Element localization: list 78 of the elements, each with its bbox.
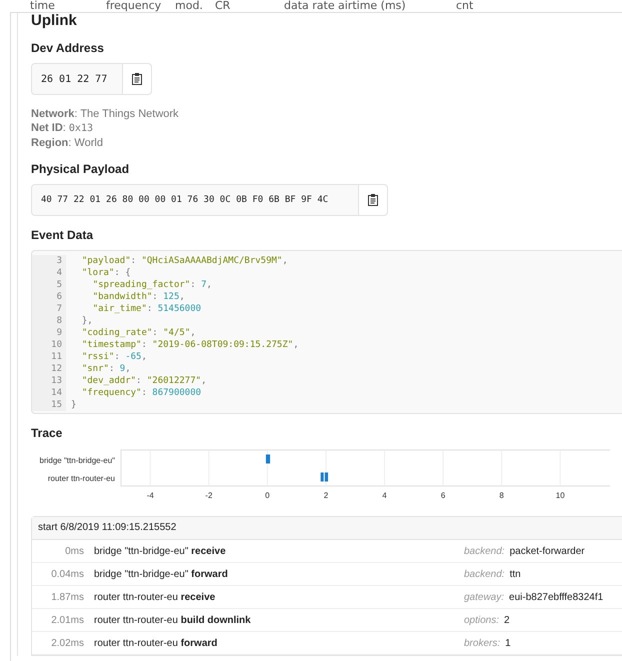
field-label: Dev Address	[31, 41, 105, 55]
axis-tick-label: 6	[440, 491, 446, 500]
column-header: CR	[215, 0, 232, 12]
axis-tick-label: 4	[382, 491, 387, 500]
clipboard-icon	[368, 194, 378, 206]
event-key: brokers:	[464, 638, 506, 648]
event-time: 2.01ms	[50, 614, 85, 626]
trace-start: start 6/8/2019 11:09:15.215552	[32, 517, 622, 540]
axis-tick-label: 0	[265, 491, 270, 500]
event-time: 1.87ms	[50, 592, 85, 602]
event-key: gateway:	[464, 592, 510, 602]
code-line: "rssi": -65,	[80, 351, 147, 363]
clipboard-icon	[132, 73, 142, 85]
column-header: data rate	[284, 0, 336, 12]
event-key: options:	[464, 614, 504, 626]
section-title: Uplink	[31, 13, 78, 29]
event-description: router ttn-router-eu receive	[94, 592, 216, 602]
code-line: "air_time": 51456000	[92, 303, 202, 315]
line-number: 12	[32, 363, 66, 375]
line-number: 4	[32, 267, 66, 279]
field-label: Physical Payload	[31, 162, 130, 176]
event-time: 2.02ms	[50, 638, 85, 648]
event-value: ttn	[510, 568, 521, 580]
field-label: Event Data	[31, 228, 94, 242]
event-key: backend:	[464, 568, 510, 580]
column-header: airtime (ms)	[338, 0, 407, 12]
line-number: 7	[32, 303, 66, 315]
code-line: "coding_rate": "4/5",	[80, 327, 196, 339]
line-number: 10	[32, 339, 66, 351]
event-value: 2	[504, 614, 510, 626]
event-value: 1	[505, 638, 511, 648]
event-description: router ttn-router-eu forward	[94, 638, 218, 648]
code-line: "bandwidth": 125,	[92, 291, 185, 303]
info-line: Network: The Things Network	[31, 107, 180, 121]
axis-tick-label: 2	[324, 491, 328, 500]
line-number: 6	[32, 291, 66, 303]
line-number: 3	[32, 255, 66, 267]
code-line: }	[70, 399, 76, 411]
event-description: bridge "ttn-bridge-eu" receive	[94, 546, 227, 556]
line-number: 11	[32, 351, 66, 363]
code-line: "timestamp": "2019-06-08T09:09:15.275Z",	[80, 339, 299, 351]
event-key: backend:	[464, 546, 510, 556]
info-line: Net ID: 0x13	[31, 121, 94, 136]
info-line: Region: World	[31, 136, 104, 150]
code-line: "snr": 9,	[80, 363, 131, 375]
column-header: frequency	[106, 0, 162, 12]
code-line: "dev_addr": "26012277",	[80, 375, 206, 387]
axis-tick-label: -2	[205, 491, 212, 500]
line-number: 5	[32, 279, 66, 291]
field-value: 40 77 22 01 26 80 00 00 01 76 30 0C 0B F0 6B BF 9F 4C	[40, 194, 330, 207]
line-number: 9	[32, 327, 66, 339]
code-line: "spreading_factor": 7,	[92, 279, 212, 291]
column-header: mod.	[175, 0, 204, 12]
copy-button[interactable]	[122, 64, 151, 94]
column-header: cnt	[456, 0, 474, 12]
line-number: 15	[32, 399, 66, 411]
event-time: 0.04ms	[50, 568, 85, 580]
column-header: time	[30, 0, 56, 12]
axis-tick-label: 8	[499, 491, 504, 500]
field-value: 26 01 22 77	[40, 72, 108, 86]
row-label: bridge "ttn-bridge-eu"	[40, 456, 115, 465]
event-value: eui-b827ebfffe8324f1	[509, 592, 604, 602]
row-label: router ttn-router-eu	[48, 474, 115, 483]
field-label: Trace	[31, 426, 64, 440]
code-line: },	[80, 315, 93, 327]
code-line: "frequency": 867900000	[80, 387, 202, 399]
line-number: 8	[32, 315, 66, 327]
code-line: "lora": {	[80, 267, 131, 279]
event-description: router ttn-router-eu build downlink	[94, 614, 252, 626]
copy-button[interactable]	[358, 185, 387, 215]
axis-tick-label: 10	[556, 491, 565, 500]
event-time: 0ms	[64, 546, 85, 556]
code-line: "payload": "QHciASaAAAABdjAMC/Brv59M",	[80, 255, 288, 267]
line-number: 13	[32, 375, 66, 387]
event-value: packet-forwarder	[510, 546, 585, 556]
event-description: bridge "ttn-bridge-eu" forward	[94, 568, 229, 580]
axis-tick-label: -4	[146, 491, 154, 500]
line-number: 14	[32, 387, 66, 399]
